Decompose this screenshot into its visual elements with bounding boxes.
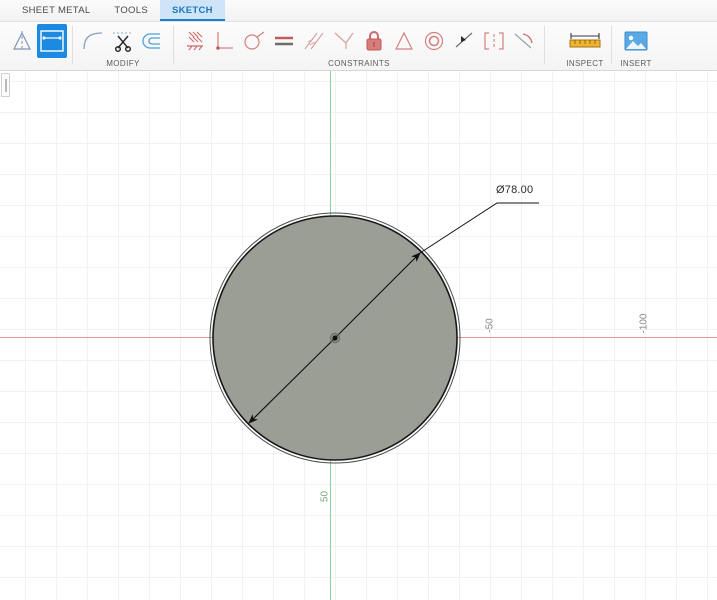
tab-sheet-metal[interactable]: SHEET METAL (10, 0, 102, 21)
sketch-canvas[interactable]: Ø78.00 -50 -100 50 ▼ (0, 71, 717, 600)
panel-pattern-icons (4, 22, 70, 59)
parallel-constraint-icon[interactable] (299, 24, 329, 58)
circle-center-point[interactable] (332, 335, 338, 341)
panel-insert-icons (618, 22, 654, 59)
panel-pattern-label (4, 59, 70, 70)
panel-insert: INSERT (618, 22, 654, 70)
axis-tick-label-minus-100: -100 (638, 313, 650, 334)
tab-tools[interactable]: TOOLS (102, 0, 160, 21)
midpoint-constraint-icon[interactable] (329, 24, 359, 58)
panel-constraints-icons (176, 22, 542, 59)
ribbon-tab-strip: SHEET METAL TOOLS SKETCH (0, 0, 717, 22)
panel-constraints: CONSTRAINTS (176, 22, 542, 70)
panel-modify: MODIFY (75, 22, 171, 70)
equal-constraint-icon[interactable] (269, 24, 299, 58)
horizontal-vertical-constraint-icon[interactable] (479, 24, 509, 58)
concentric-constraint-icon[interactable] (419, 24, 449, 58)
tangent-constraint-icon[interactable] (239, 24, 269, 58)
panel-insert-label: INSERT (620, 59, 652, 69)
sketch-geometry (209, 202, 539, 464)
collinear-constraint-icon[interactable] (449, 24, 479, 58)
perpendicular-constraint-icon[interactable] (209, 24, 239, 58)
dimension-leader-line[interactable] (419, 202, 539, 254)
diameter-dimension-label[interactable]: Ø78.00 (496, 184, 533, 196)
offset-icon[interactable] (138, 24, 168, 58)
ribbon-divider-3 (544, 26, 545, 64)
mirror-icon[interactable] (7, 24, 37, 58)
trim-scissors-icon[interactable] (108, 24, 138, 58)
measure-ruler-icon[interactable] (564, 24, 606, 58)
symmetry-constraint-icon[interactable] (389, 24, 419, 58)
sketch-dimension-icon[interactable] (179, 24, 209, 58)
curvature-constraint-icon[interactable] (509, 24, 539, 58)
panel-inspect-label: INSPECT (566, 59, 604, 69)
rectangular-pattern-icon[interactable] (37, 23, 67, 58)
panel-modify-icons (75, 22, 171, 59)
ribbon-divider-1 (72, 26, 73, 64)
axis-tick-label-minus-50: -50 (484, 318, 496, 333)
panel-inspect-icons (561, 22, 609, 59)
panel-inspect: INSPECT (561, 22, 609, 70)
ribbon-divider-2 (173, 26, 174, 64)
tab-sketch[interactable]: SKETCH (159, 0, 225, 21)
insert-image-icon[interactable] (621, 24, 651, 58)
panel-modify-label: MODIFY (106, 59, 140, 69)
panel-pattern (4, 22, 70, 70)
axis-tick-label-50: 50 (319, 490, 331, 503)
application-window: SHEET METAL TOOLS SKETCH MODIFY CONSTRAI… (0, 0, 717, 600)
ribbon-divider-4 (611, 26, 612, 64)
panel-constraints-label: CONSTRAINTS (328, 59, 390, 69)
fillet-icon[interactable] (78, 24, 108, 58)
fix-unfix-lock-icon[interactable] (359, 24, 389, 58)
ribbon-toolbar: MODIFY ▾ (0, 22, 717, 88)
